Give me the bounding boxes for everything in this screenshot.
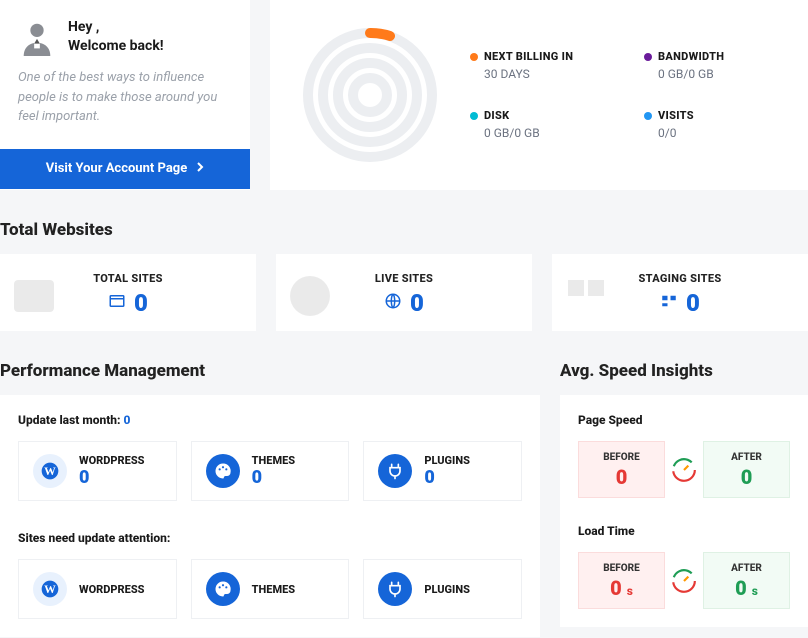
total-sites-value: 0 <box>134 289 148 317</box>
load-time-before: BEFORE 0 s <box>578 552 665 609</box>
live-sites-card[interactable]: LIVE SITES 0 <box>276 254 532 331</box>
load-time-before-value: 0 <box>610 576 622 600</box>
after-label-2: AFTER <box>704 563 789 574</box>
total-websites-title: Total Websites <box>0 220 808 240</box>
page-speed-before: BEFORE 0 <box>578 441 665 498</box>
wordpress-updates-card[interactable]: W WORDPRESS0 <box>18 441 177 501</box>
page-speed-before-value: 0 <box>579 465 664 489</box>
stat-billing-label: NEXT BILLING IN <box>484 50 573 63</box>
stat-billing: NEXT BILLING IN 30 DAYS <box>470 50 604 81</box>
welcome-card: Hey , Welcome back! One of the best ways… <box>0 0 250 190</box>
quote-text: One of the best ways to influence people… <box>18 68 232 127</box>
layers-bg-icon <box>562 272 610 324</box>
visit-account-button[interactable]: Visit Your Account Page <box>0 149 250 189</box>
wp-label-2: WORDPRESS <box>79 583 145 596</box>
globe-bg-icon <box>286 272 334 324</box>
perf-title: Performance Management <box>0 361 540 381</box>
load-time-after: AFTER 0 s <box>703 552 790 609</box>
wp-count: 0 <box>79 467 145 488</box>
stat-billing-value: 30 DAYS <box>484 67 604 81</box>
stat-bandwidth: BANDWIDTH 0 GB/0 GB <box>644 50 778 81</box>
speed-panel: Page Speed BEFORE 0 AFTER 0 Load Time BE… <box>560 395 808 627</box>
plugins-label: PLUGINS <box>424 454 470 467</box>
wp-label: WORDPRESS <box>79 454 145 467</box>
usage-rings-icon <box>300 25 440 165</box>
plugins-label-2: PLUGINS <box>424 583 470 596</box>
page-speed-label: Page Speed <box>578 413 790 427</box>
themes-label: THEMES <box>252 454 295 467</box>
wordpress-icon: W <box>33 454 67 488</box>
stat-visits-value: 0/0 <box>658 126 778 140</box>
usage-stats-card: NEXT BILLING IN 30 DAYS BANDWIDTH 0 GB/0… <box>270 0 808 190</box>
plugins-count: 0 <box>424 467 470 488</box>
window-icon <box>108 292 126 314</box>
visit-account-label: Visit Your Account Page <box>46 161 187 176</box>
stat-disk-value: 0 GB/0 GB <box>484 126 604 140</box>
dot-icon <box>644 53 652 61</box>
globe-icon <box>384 292 402 314</box>
svg-text:W: W <box>44 465 56 478</box>
stat-disk: DISK 0 GB/0 GB <box>470 109 604 140</box>
svg-text:W: W <box>44 583 56 596</box>
perf-panel: Update last month: 0 W WORDPRESS0 THEMES… <box>0 395 540 637</box>
plugins-updates-card[interactable]: PLUGINS0 <box>363 441 522 501</box>
wordpress-icon: W <box>33 572 67 606</box>
user-avatar-icon <box>18 18 56 56</box>
stat-visits: VISITS 0/0 <box>644 109 778 140</box>
themes-attention-card[interactable]: THEMES <box>191 559 350 619</box>
after-label: AFTER <box>704 452 789 463</box>
plugins-icon <box>378 454 412 488</box>
before-label: BEFORE <box>579 452 664 463</box>
themes-updates-card[interactable]: THEMES0 <box>191 441 350 501</box>
before-label-2: BEFORE <box>579 563 664 574</box>
themes-count: 0 <box>252 467 295 488</box>
page-speed-after: AFTER 0 <box>703 441 790 498</box>
browser-icon <box>10 272 58 324</box>
greeting-line1: Hey , <box>68 18 164 37</box>
themes-icon <box>206 454 240 488</box>
stat-bandwidth-value: 0 GB/0 GB <box>658 67 778 81</box>
update-last-count: 0 <box>124 413 131 427</box>
live-sites-value: 0 <box>410 289 424 317</box>
themes-label-2: THEMES <box>252 583 295 596</box>
dot-icon <box>644 112 652 120</box>
load-time-label: Load Time <box>578 524 790 538</box>
gauge-icon <box>671 568 697 594</box>
staging-icon <box>660 292 678 314</box>
wordpress-attention-card[interactable]: W WORDPRESS <box>18 559 177 619</box>
page-speed-after-value: 0 <box>704 465 789 489</box>
staging-sites-value: 0 <box>686 289 700 317</box>
plugins-attention-card[interactable]: PLUGINS <box>363 559 522 619</box>
plugins-icon <box>378 572 412 606</box>
staging-sites-card[interactable]: STAGING SITES 0 <box>552 254 808 331</box>
stat-visits-label: VISITS <box>658 109 694 122</box>
speed-title: Avg. Speed Insights <box>560 361 808 381</box>
total-sites-card[interactable]: TOTAL SITES 0 <box>0 254 256 331</box>
gauge-icon <box>671 457 697 483</box>
load-time-after-value: 0 <box>735 576 747 600</box>
stat-bandwidth-label: BANDWIDTH <box>658 50 724 63</box>
attention-label: Sites need update attention: <box>18 531 522 545</box>
load-time-after-unit: s <box>752 584 758 598</box>
chevron-right-icon <box>197 161 204 176</box>
greeting-line2: Welcome back! <box>68 37 164 56</box>
dot-icon <box>470 112 478 120</box>
stat-disk-label: DISK <box>484 109 509 122</box>
dot-icon <box>470 53 478 61</box>
update-last-label: Update last month: <box>18 413 121 427</box>
load-time-before-unit: s <box>627 584 633 598</box>
themes-icon <box>206 572 240 606</box>
